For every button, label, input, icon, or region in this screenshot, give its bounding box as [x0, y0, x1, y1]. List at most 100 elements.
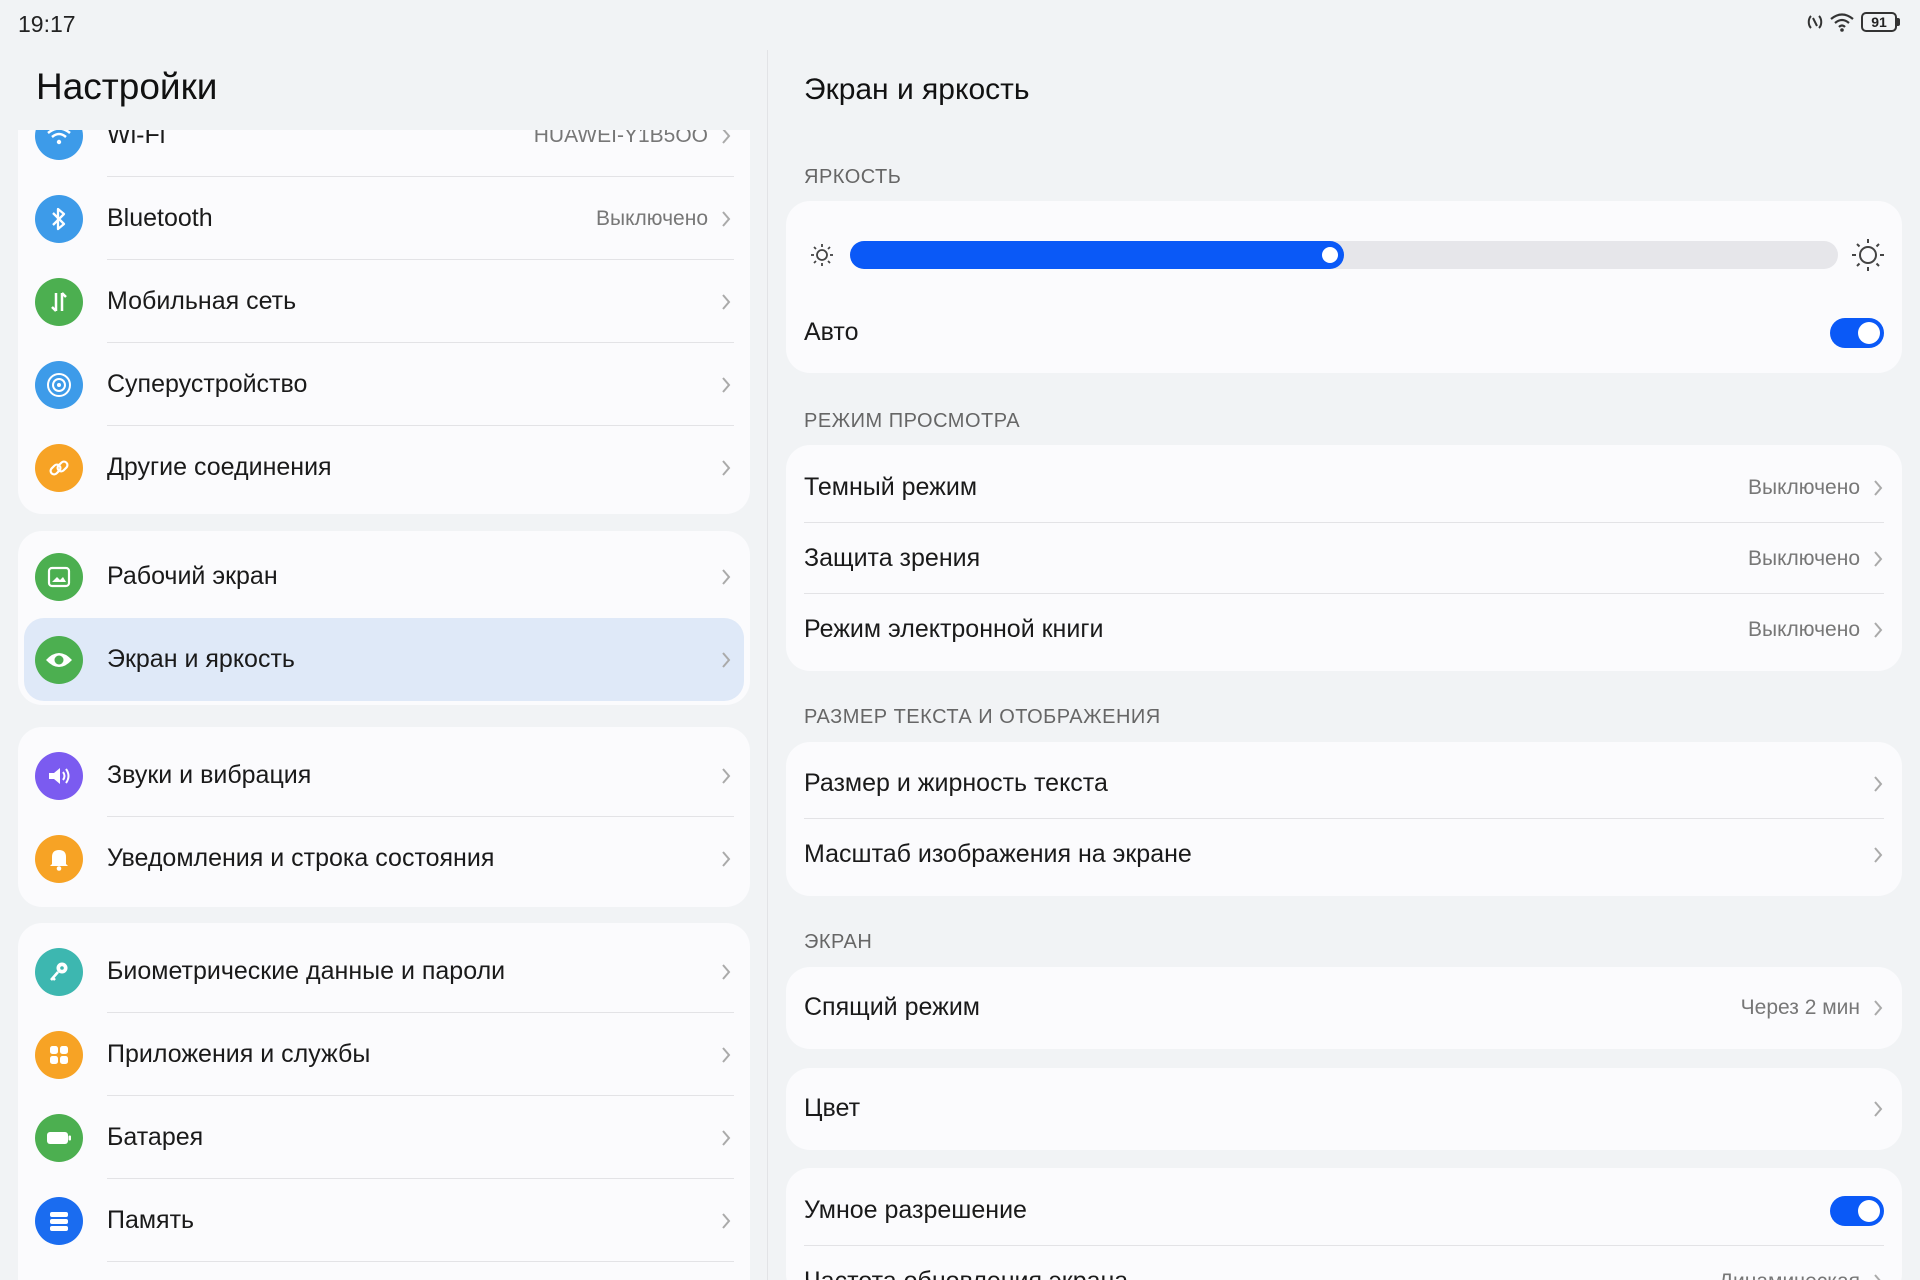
- refresh-rate-row[interactable]: Частота обновления экрана Динамическая: [786, 1246, 1902, 1280]
- auto-brightness-toggle[interactable]: [1830, 317, 1884, 348]
- sidebar-item-home-screen[interactable]: Рабочий экран: [18, 535, 750, 618]
- chevron-right-icon: [722, 850, 731, 867]
- link-icon: [35, 443, 83, 492]
- sidebar-item-label: Звуки и вибрация: [107, 761, 312, 789]
- view-mode-card: Темный режим Выключено Защита зрения Вык…: [786, 445, 1902, 671]
- sleep-row[interactable]: Спящий режим Через 2 мин: [786, 972, 1902, 1043]
- sidebar-item-storage[interactable]: Память: [18, 1179, 750, 1262]
- eye-icon: [35, 635, 83, 684]
- sidebar-item-value: HUAWEI-Y1B5OO: [533, 130, 708, 147]
- wifi-status-icon: [1830, 13, 1854, 32]
- sidebar-item-apps[interactable]: Приложения и службы: [18, 1013, 750, 1096]
- status-bar: 19:17 91: [0, 0, 1920, 48]
- sidebar-item-label: Батарея: [107, 1123, 204, 1151]
- sidebar-item-notifications[interactable]: Уведомления и строка состояния: [18, 817, 750, 900]
- status-icons: 91: [1807, 12, 1900, 32]
- text-size-card: Размер и жирность текста Масштаб изображ…: [786, 742, 1902, 896]
- settings-menu[interactable]: Wi-Fi HUAWEI-Y1B5OO Bluetooth Выключено …: [0, 130, 768, 1280]
- mobile-data-icon: [35, 277, 83, 326]
- display-card: Рабочий экран Экран и яркость: [18, 531, 750, 705]
- sidebar-item-wifi[interactable]: Wi-Fi HUAWEI-Y1B5OO: [18, 130, 750, 177]
- bluetooth-icon: [35, 194, 83, 243]
- eye-comfort-label: Защита зрения: [804, 544, 981, 572]
- color-label: Цвет: [804, 1094, 861, 1122]
- sidebar-item-other-connections[interactable]: Другие соединения: [18, 426, 750, 509]
- page-title: Экран и яркость: [804, 73, 1030, 106]
- settings-title: Настройки: [36, 66, 218, 107]
- chevron-right-icon: [722, 963, 731, 980]
- connections-card: Wi-Fi HUAWEI-Y1B5OO Bluetooth Выключено …: [18, 130, 750, 514]
- eye-comfort-row[interactable]: Защита зрения Выключено: [786, 523, 1902, 594]
- storage-icon: [35, 1196, 83, 1245]
- sidebar-item-biometrics[interactable]: Биометрические данные и пароли: [18, 930, 750, 1013]
- smart-resolution-toggle[interactable]: [1830, 1195, 1884, 1226]
- smart-resolution-label: Умное разрешение: [804, 1196, 1027, 1224]
- ebook-mode-value: Выключено: [1748, 617, 1860, 641]
- sleep-card: Спящий режим Через 2 мин: [786, 967, 1902, 1049]
- display-scale-label: Масштаб изображения на экране: [804, 840, 1192, 868]
- chevron-right-icon: [1874, 1273, 1882, 1280]
- sidebar-item-battery[interactable]: Батарея: [18, 1096, 750, 1179]
- sidebar-item-mobile-network[interactable]: Мобильная сеть: [18, 260, 750, 343]
- sidebar-item-display-brightness[interactable]: Экран и яркость: [24, 618, 744, 701]
- sound-icon: [35, 751, 83, 800]
- chevron-right-icon: [1874, 775, 1883, 792]
- super-device-icon: [35, 360, 83, 409]
- battery-status: 91: [1861, 12, 1900, 32]
- chevron-right-icon: [722, 1212, 731, 1229]
- sidebar-item-label: Биометрические данные и пароли: [107, 957, 506, 985]
- sidebar-item-label: Мобильная сеть: [107, 287, 297, 315]
- chevron-right-icon: [1874, 1100, 1883, 1117]
- chevron-right-icon: [1874, 846, 1883, 863]
- section-header-view-mode: РЕЖИМ ПРОСМОТРА: [804, 410, 1021, 432]
- sidebar-item-label: Приложения и службы: [107, 1040, 371, 1068]
- brightness-slider[interactable]: [850, 241, 1838, 269]
- smart-resolution-row[interactable]: Умное разрешение: [786, 1175, 1902, 1246]
- display-scale-row[interactable]: Масштаб изображения на экране: [786, 819, 1902, 890]
- sidebar-item-value: Выключено: [596, 206, 708, 230]
- resolution-card: Умное разрешение Частота обновления экра…: [786, 1168, 1902, 1280]
- refresh-rate-value: Динамическая: [1719, 1270, 1860, 1280]
- home-screen-icon: [35, 552, 83, 601]
- chevron-right-icon: [722, 376, 731, 393]
- toggle-knob: [1858, 1199, 1880, 1222]
- sidebar-item-bluetooth[interactable]: Bluetooth Выключено: [18, 177, 750, 260]
- battery-tip: [1897, 18, 1900, 26]
- toggle-knob: [1858, 321, 1880, 344]
- brightness-slider-fill: [850, 241, 1344, 269]
- bell-icon: [35, 834, 83, 883]
- auto-brightness-label: Авто: [804, 318, 859, 346]
- dark-mode-label: Темный режим: [804, 473, 978, 501]
- status-time: 19:17: [18, 11, 76, 37]
- refresh-rate-label: Частота обновления экрана: [804, 1267, 1128, 1280]
- dark-mode-row[interactable]: Темный режим Выключено: [786, 452, 1902, 523]
- sidebar-item-label: Память: [107, 1206, 195, 1234]
- sidebar-item-label: Экран и яркость: [107, 645, 295, 673]
- system-card: Биометрические данные и пароли Приложени…: [18, 923, 750, 1280]
- text-size-weight-row[interactable]: Размер и жирность текста: [786, 748, 1902, 819]
- nfc-icon: [1807, 15, 1823, 29]
- sidebar-item-label: Bluetooth: [107, 204, 213, 232]
- sidebar-item-label: Wi-Fi: [107, 130, 166, 149]
- key-icon: [35, 947, 83, 996]
- brightness-card: Авто: [786, 201, 1902, 373]
- wifi-icon: [35, 130, 83, 160]
- chevron-right-icon: [722, 293, 731, 310]
- color-row[interactable]: Цвет: [786, 1073, 1902, 1144]
- sidebar-item-super-device[interactable]: Суперустройство: [18, 343, 750, 426]
- eye-comfort-value: Выключено: [1748, 546, 1860, 570]
- sleep-value: Через 2 мин: [1740, 995, 1860, 1019]
- section-header-brightness: ЯРКОСТЬ: [804, 166, 902, 188]
- chevron-right-icon: [722, 1129, 731, 1146]
- chevron-right-icon: [722, 767, 731, 784]
- text-size-weight-label: Размер и жирность текста: [804, 769, 1108, 797]
- auto-brightness-row[interactable]: Авто: [786, 297, 1902, 368]
- section-header-screen: ЭКРАН: [804, 931, 873, 953]
- section-header-text-size: РАЗМЕР ТЕКСТА И ОТОБРАЖЕНИЯ: [804, 706, 1161, 728]
- brightness-slider-handle[interactable]: [1322, 247, 1338, 263]
- chevron-right-icon: [722, 210, 731, 227]
- sidebar-item-sounds[interactable]: Звуки и вибрация: [18, 734, 750, 817]
- ebook-mode-row[interactable]: Режим электронной книги Выключено: [786, 594, 1902, 665]
- chevron-right-icon: [722, 459, 731, 476]
- dark-mode-value: Выключено: [1748, 475, 1860, 499]
